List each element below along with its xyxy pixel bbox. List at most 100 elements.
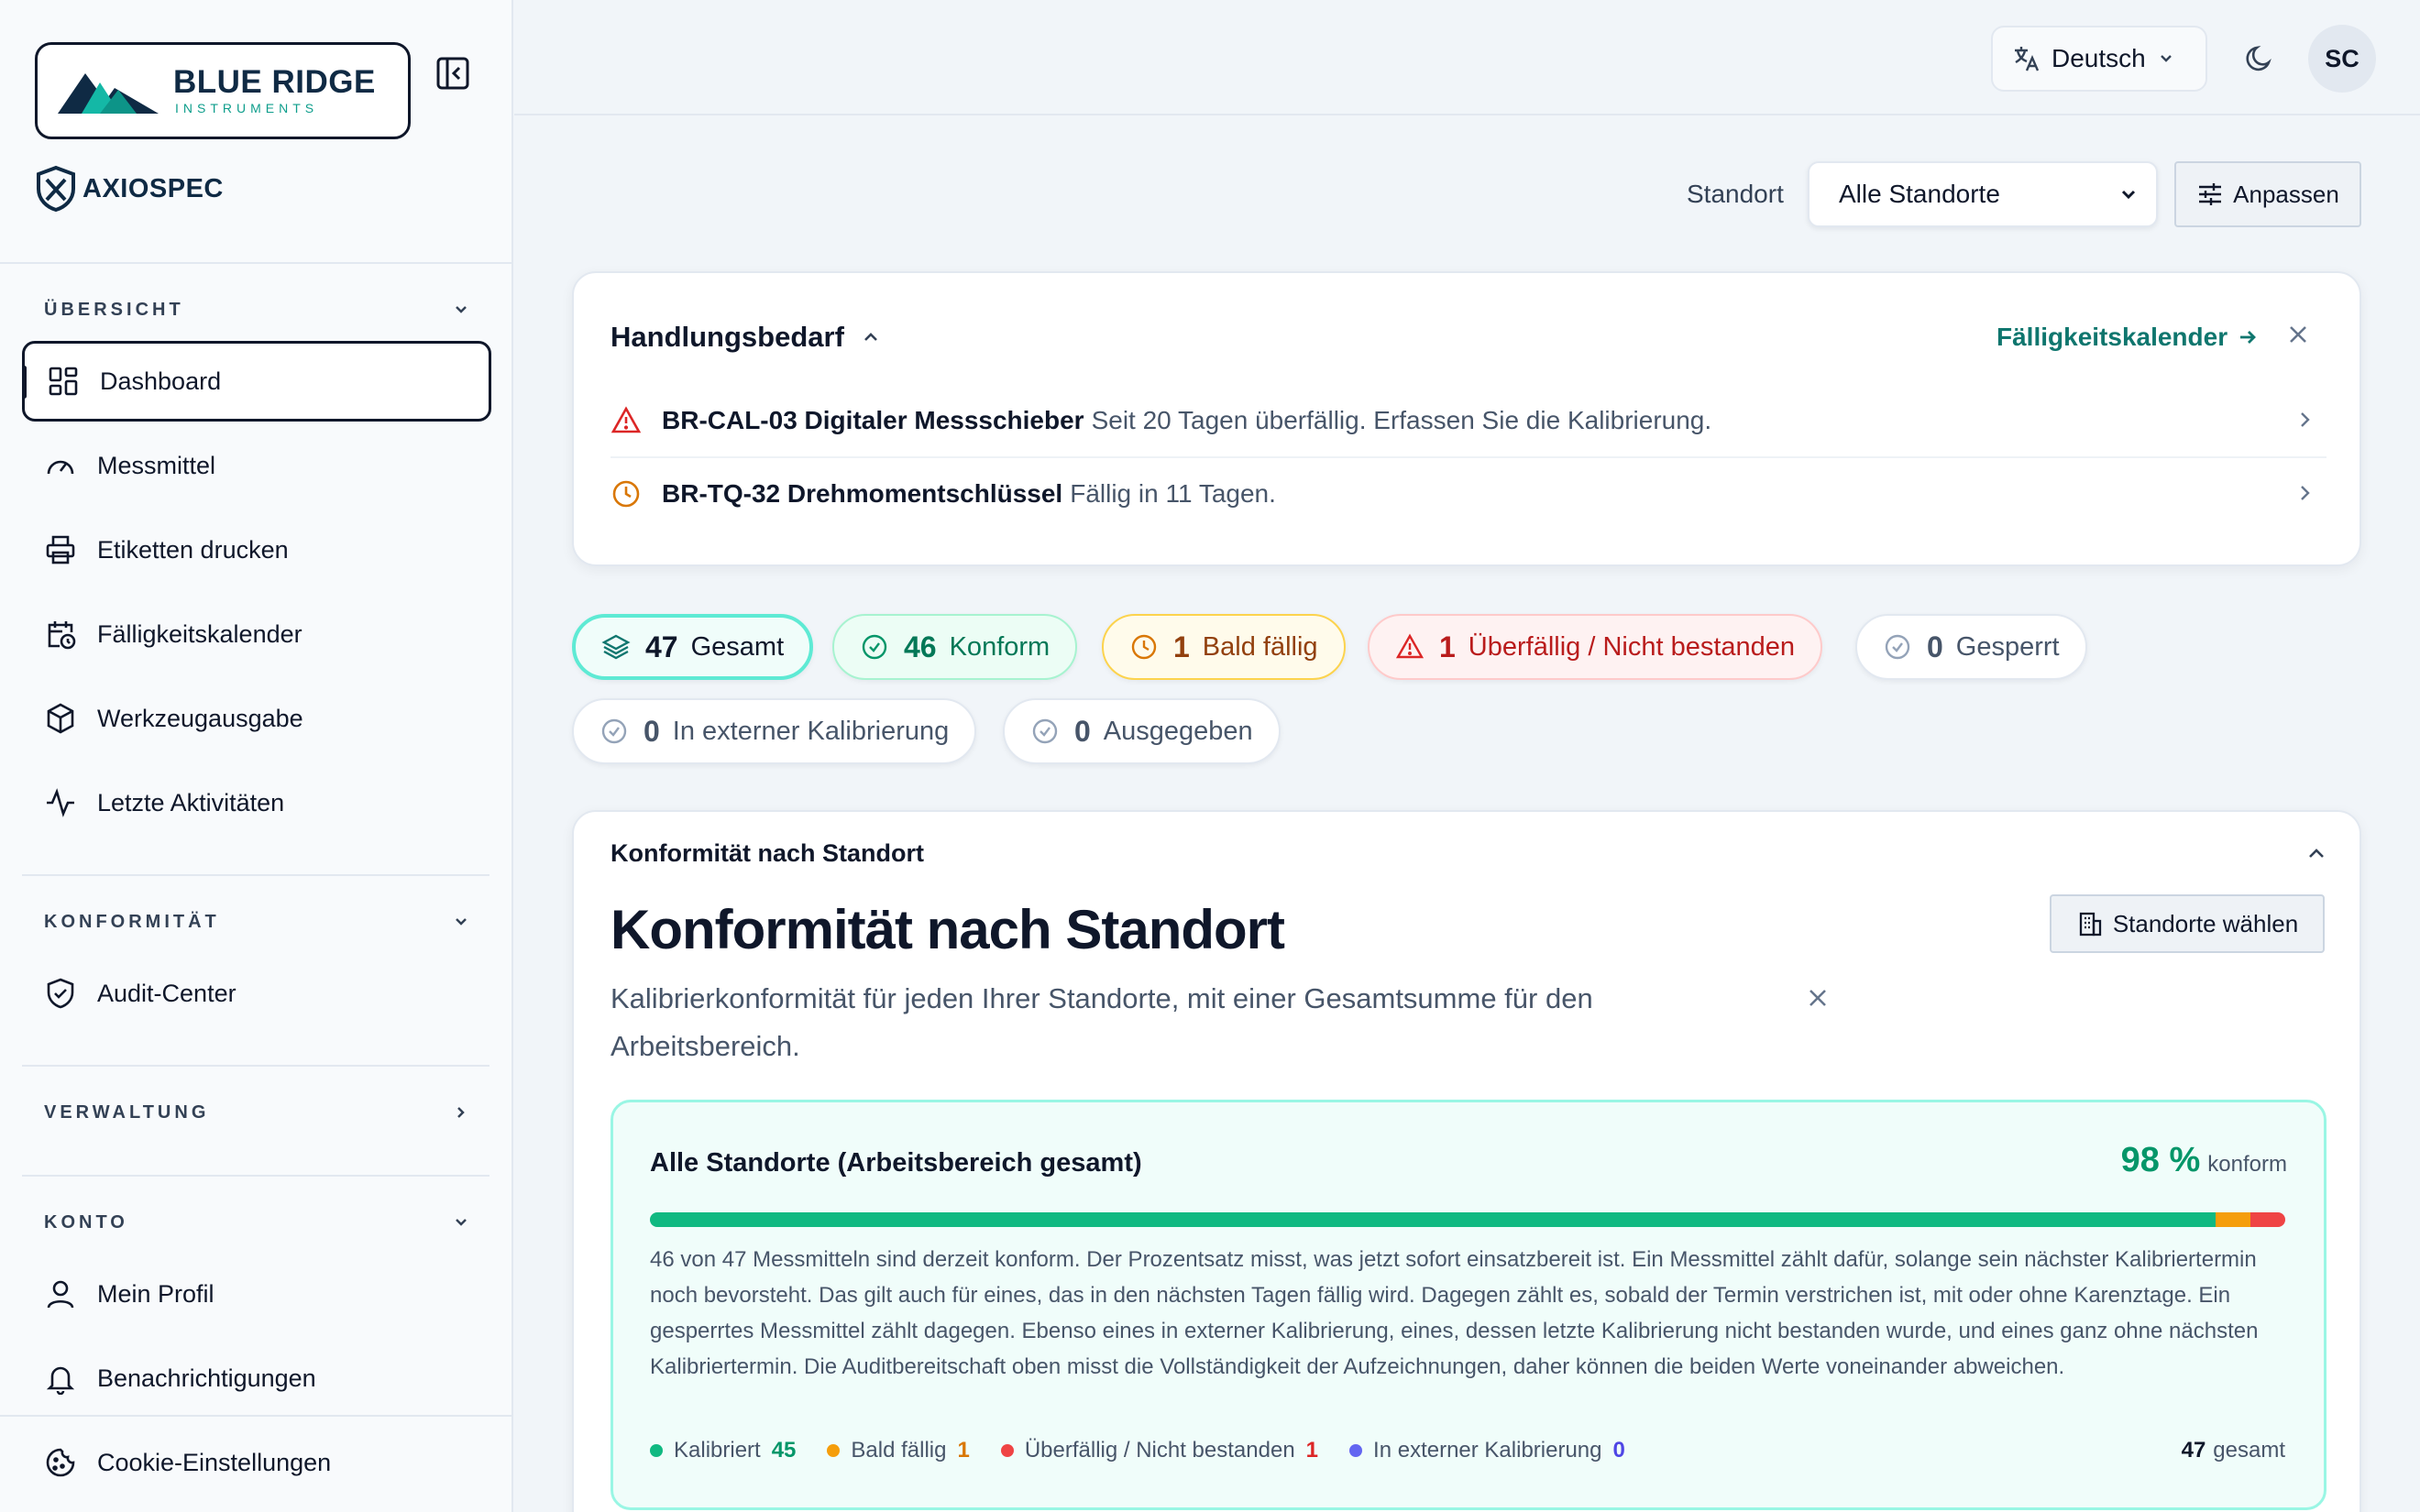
legend-dot <box>827 1444 841 1457</box>
dark-mode-toggle[interactable] <box>2241 40 2278 77</box>
total-label: gesamt <box>2213 1438 2285 1463</box>
alert-triangle-icon <box>610 406 642 433</box>
compliance-progress-bar <box>650 1212 2285 1227</box>
clock-icon <box>1131 634 1157 660</box>
sidebar-item-recent-activity[interactable]: Letzte Aktivitäten <box>22 762 491 843</box>
building-icon <box>2079 912 2101 937</box>
pill-label: Konform <box>949 631 1050 662</box>
sidebar-item-label: Benachrichtigungen <box>97 1364 316 1392</box>
action-item-id: BR-TQ-32 Drehmomentschlüssel <box>662 479 1063 508</box>
language-label: Deutsch <box>2052 44 2146 72</box>
choose-sites-label: Standorte wählen <box>2112 909 2299 937</box>
location-select-value: Alle Standorte <box>1839 180 2000 208</box>
status-pill-issued[interactable]: 0 Ausgegeben <box>1003 698 1281 764</box>
status-pill-locked[interactable]: 0 Gesperrt <box>1855 614 2087 680</box>
status-pill-external-calibration[interactable]: 0 In externer Kalibrierung <box>572 698 977 764</box>
collapse-sidebar-icon[interactable] <box>434 55 471 92</box>
legend-label: Bald fällig <box>851 1438 947 1463</box>
total-count: 47 <box>2181 1438 2206 1463</box>
bell-icon <box>46 1366 75 1395</box>
check-circle-icon <box>1032 718 1058 744</box>
sidebar-item-tool-checkout[interactable]: Werkzeugausgabe <box>22 678 491 759</box>
customize-button[interactable]: Anpassen <box>2174 161 2361 227</box>
status-pill-total[interactable]: 47 Gesamt <box>572 614 814 680</box>
chevron-down-icon <box>2121 190 2136 200</box>
activity-icon <box>47 788 74 817</box>
pill-label: Bald fällig <box>1202 631 1318 662</box>
section-overview[interactable]: ÜBERSICHT <box>44 291 471 328</box>
legend-total: 47 gesamt <box>2182 1438 2285 1463</box>
section-label: KONTO <box>44 1211 128 1233</box>
sidebar-item-label: Fälligkeitskalender <box>97 619 302 648</box>
close-icon[interactable] <box>2286 323 2310 346</box>
sidebar-item-label: Cookie-Einstellungen <box>97 1448 332 1476</box>
legend-item-external-calibration: In externer Kalibrierung 0 <box>1349 1438 1625 1463</box>
pill-label: Überfällig / Nicht bestanden <box>1468 631 1796 662</box>
action-item-due-soon[interactable]: BR-TQ-32 Drehmomentschlüssel Fällig in 1… <box>610 458 2326 530</box>
action-item-overdue[interactable]: BR-CAL-03 Digitaler Messschieber Seit 20… <box>610 385 2326 456</box>
site-compliance-panel: Alle Standorte (Arbeitsbereich gesamt) 9… <box>610 1100 2326 1510</box>
sidebar-item-label: Werkzeugausgabe <box>97 704 303 732</box>
sidebar-item-notifications[interactable]: Benachrichtigungen <box>22 1338 491 1419</box>
sidebar-item-label: Dashboard <box>100 367 222 395</box>
mountain-logo-icon <box>58 73 159 114</box>
section-compliance[interactable]: KONFORMITÄT <box>44 904 471 940</box>
chevron-up-icon <box>2309 849 2324 858</box>
legend-dot <box>1000 1444 1014 1457</box>
sidebar-item-dashboard[interactable]: Dashboard <box>22 341 491 422</box>
legend-item-due-soon: Bald fällig 1 <box>827 1438 970 1463</box>
legend-count: 45 <box>771 1438 797 1463</box>
sidebar-item-label: Etiketten drucken <box>97 535 289 564</box>
divider <box>22 1065 490 1067</box>
dashboard-icon <box>49 367 78 396</box>
compliance-percentage: 98 % konform <box>2121 1141 2287 1180</box>
action-title[interactable]: Handlungsbedarf <box>610 321 881 354</box>
status-pill-overdue[interactable]: 1 Überfällig / Nicht bestanden <box>1368 614 1823 680</box>
pill-count: 47 <box>645 630 678 663</box>
compliance-title: Konformität nach Standort <box>610 899 1285 960</box>
sidebar-item-my-profile[interactable]: Mein Profil <box>22 1254 491 1334</box>
sidebar-item-print-labels[interactable]: Etiketten drucken <box>22 509 491 590</box>
sidebar-item-label: Mein Profil <box>97 1279 214 1308</box>
compliance-description: Kalibrierkonformität für jeden Ihrer Sta… <box>610 982 1593 1062</box>
avatar[interactable]: SC <box>2308 25 2376 93</box>
sliders-icon <box>2199 183 2222 205</box>
due-calendar-link[interactable]: Fälligkeitskalender <box>1996 323 2259 352</box>
sidebar: BLUE RIDGE INSTRUMENTS AXIOSPEC ÜBERSICH… <box>0 0 513 1512</box>
printer-icon <box>46 535 75 564</box>
layers-icon <box>601 634 631 660</box>
brand-logo[interactable]: BLUE RIDGE INSTRUMENTS <box>35 42 411 139</box>
brand-sub: INSTRUMENTS <box>175 101 319 115</box>
sidebar-item-audit-center[interactable]: Audit-Center <box>22 953 491 1034</box>
progress-segment-1 <box>2216 1212 2251 1227</box>
compliance-percentage-unit: konform <box>2207 1152 2287 1177</box>
sidebar-item-due-calendar[interactable]: Fälligkeitskalender <box>22 594 491 674</box>
sidebar-item-label: Messmittel <box>97 451 216 479</box>
check-circle-icon <box>1885 634 1910 660</box>
legend-label: Überfällig / Nicht bestanden <box>1024 1438 1295 1463</box>
chevron-down-icon <box>456 306 467 313</box>
moon-icon <box>2246 46 2272 71</box>
shield-logo-icon <box>37 165 75 213</box>
language-select[interactable]: Deutsch <box>1991 26 2207 92</box>
close-icon[interactable] <box>1806 986 1830 1010</box>
chevron-down-icon <box>2160 55 2172 62</box>
status-pill-due-soon[interactable]: 1 Bald fällig <box>1102 614 1346 680</box>
section-administration[interactable]: VERWALTUNG <box>44 1094 471 1131</box>
calendar-clock-icon <box>48 621 76 650</box>
action-item-id: BR-CAL-03 Digitaler Messschieber <box>662 406 1084 434</box>
sidebar-item-label: Letzte Aktivitäten <box>97 788 285 816</box>
pill-label: Gesamt <box>690 631 785 662</box>
collapse-card-button[interactable] <box>2304 841 2328 865</box>
check-circle-icon <box>862 634 887 660</box>
section-account[interactable]: KONTO <box>44 1204 471 1241</box>
status-pill-compliant[interactable]: 46 Konform <box>832 614 1078 680</box>
sidebar-item-instruments[interactable]: Messmittel <box>22 425 491 506</box>
sidebar-item-cookie-settings[interactable]: Cookie-Einstellungen <box>22 1422 491 1503</box>
pill-label: Gesperrt <box>1955 631 2060 662</box>
section-label: VERWALTUNG <box>44 1101 210 1123</box>
location-select[interactable]: Alle Standorte <box>1808 161 2158 227</box>
pill-label: Ausgegeben <box>1103 716 1253 746</box>
choose-sites-button[interactable]: Standorte wählen <box>2050 894 2325 953</box>
action-title-text: Handlungsbedarf <box>610 321 844 353</box>
